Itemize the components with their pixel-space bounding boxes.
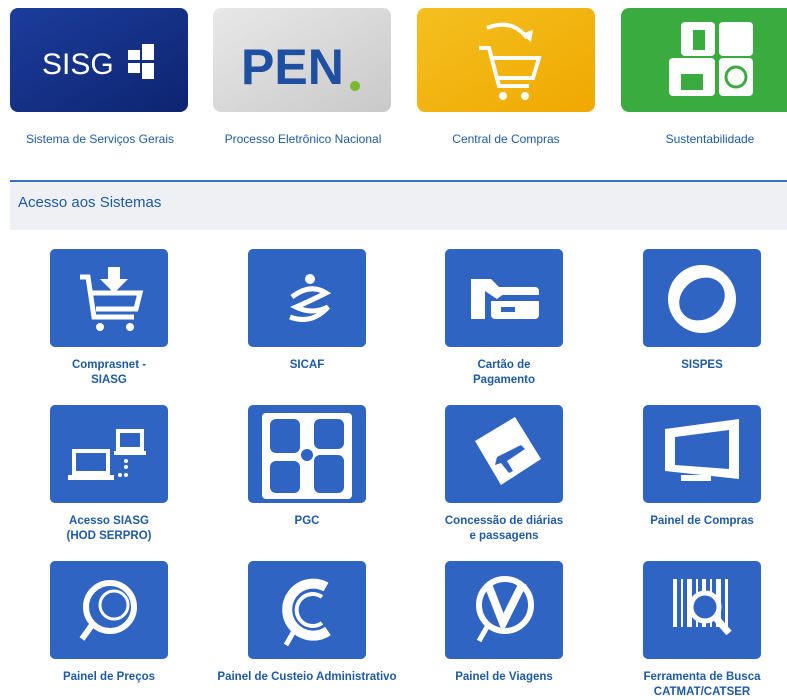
painel-viagens-label[interactable]: Painel de Viagens: [419, 670, 589, 685]
pgc-tree-icon: [262, 413, 352, 499]
painel-precos-tile[interactable]: [50, 561, 168, 659]
sustentabilidade-banner[interactable]: [621, 8, 787, 112]
pen-logo-text: PEN: [241, 39, 344, 95]
viagens-v-icon: [476, 576, 534, 643]
sispes-tile[interactable]: [643, 249, 761, 347]
pen-dot-icon: [350, 81, 360, 91]
barcode-search-icon: [673, 579, 732, 636]
section-header: Acesso aos Sistemas: [10, 180, 787, 230]
display-panel-icon: [665, 419, 739, 481]
catmat-tile[interactable]: [643, 561, 761, 659]
painel-compras-label[interactable]: Painel de Compras: [617, 514, 787, 529]
airplane-ticket-icon: [475, 417, 541, 485]
cartao-label[interactable]: Cartão de Pagamento: [419, 358, 589, 388]
custeio-c-icon: [282, 578, 331, 647]
sicaf-label[interactable]: SICAF: [222, 358, 392, 373]
diarias-label[interactable]: Concessão de diárias e passagens: [419, 514, 589, 544]
card-payment-icon: [471, 279, 539, 319]
painel-compras-tile[interactable]: [643, 405, 761, 503]
diarias-tile[interactable]: [445, 405, 563, 503]
sisg-label[interactable]: Sistema de Serviços Gerais: [0, 132, 200, 146]
section-title: Acesso aos Sistemas: [18, 194, 162, 211]
sicaf-tile[interactable]: [248, 249, 366, 347]
siasg-hod-tile[interactable]: [50, 405, 168, 503]
painel-custeio-label[interactable]: Painel de Custeio Administrativo: [206, 670, 408, 685]
sispes-label[interactable]: SISPES: [617, 358, 787, 373]
cartao-tile[interactable]: [445, 249, 563, 347]
pen-label[interactable]: Processo Eletrônico Nacional: [203, 132, 403, 146]
sisg-banner[interactable]: SISG: [10, 8, 188, 112]
precos-swirl-icon: [79, 580, 137, 641]
central-compras-label[interactable]: Central de Compras: [406, 132, 606, 146]
painel-custeio-tile[interactable]: [248, 561, 366, 659]
pgc-tile[interactable]: [248, 405, 366, 503]
computers-network-icon: [68, 429, 146, 480]
pen-banner[interactable]: PEN: [213, 8, 391, 112]
sustentabilidade-label[interactable]: Sustentabilidade: [610, 132, 787, 146]
sispes-ring-icon: [668, 265, 736, 333]
siasg-hod-label[interactable]: Acesso SIASG (HOD SERPRO): [24, 514, 194, 544]
comprasnet-tile[interactable]: [50, 249, 168, 347]
pgc-label[interactable]: PGC: [222, 514, 392, 529]
sisg-logo-text: SISG: [42, 48, 114, 81]
painel-viagens-tile[interactable]: [445, 561, 563, 659]
sicaf-icon: [289, 274, 332, 322]
central-compras-banner[interactable]: [417, 8, 595, 112]
painel-precos-label[interactable]: Painel de Preços: [24, 670, 194, 685]
catmat-label[interactable]: Ferramenta de Busca CATMAT/CATSER: [617, 670, 787, 700]
cart-download-icon: [80, 267, 144, 331]
comprasnet-label[interactable]: Comprasnet - SIASG: [24, 358, 194, 388]
